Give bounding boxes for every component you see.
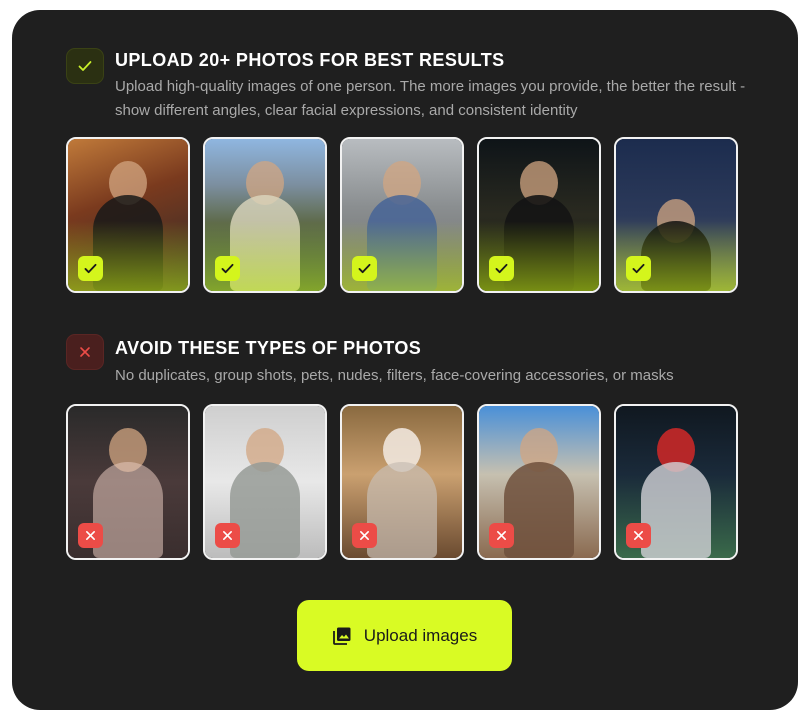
- x-icon: [489, 523, 514, 548]
- check-icon: [352, 256, 377, 281]
- good-photo-2: [203, 137, 327, 293]
- upload-images-button[interactable]: Upload images: [297, 600, 512, 671]
- x-icon: [80, 347, 90, 357]
- good-badge: [66, 48, 104, 84]
- check-icon: [215, 256, 240, 281]
- image-gallery-icon: [332, 627, 351, 645]
- good-photo-5: [614, 137, 738, 293]
- upload-images-label: Upload images: [363, 625, 478, 645]
- x-icon: [215, 523, 240, 548]
- check-icon: [78, 256, 103, 281]
- bad-photo-4: [477, 404, 601, 560]
- bad-badge: [66, 334, 104, 370]
- check-icon: [626, 256, 651, 281]
- check-icon: [489, 256, 514, 281]
- x-icon: [352, 523, 377, 548]
- bad-photo-3: [340, 404, 464, 560]
- good-photo-3: [340, 137, 464, 293]
- good-photo-1: [66, 137, 190, 293]
- good-photos-title: UPLOAD 20+ PHOTOS FOR BEST RESULTS: [115, 50, 505, 70]
- x-icon: [626, 523, 651, 548]
- x-icon: [78, 523, 103, 548]
- bad-photos-description: No duplicates, group shots, pets, nudes,…: [115, 367, 674, 384]
- bad-photo-2: [203, 404, 327, 560]
- bad-photo-1: [66, 404, 190, 560]
- good-photos-description: Upload high-quality images of one person…: [115, 78, 746, 119]
- check-icon: [78, 61, 92, 71]
- bad-photo-5: [614, 404, 738, 560]
- bad-photos-title: AVOID THESE TYPES OF PHOTOS: [115, 338, 422, 358]
- good-photo-4: [477, 137, 601, 293]
